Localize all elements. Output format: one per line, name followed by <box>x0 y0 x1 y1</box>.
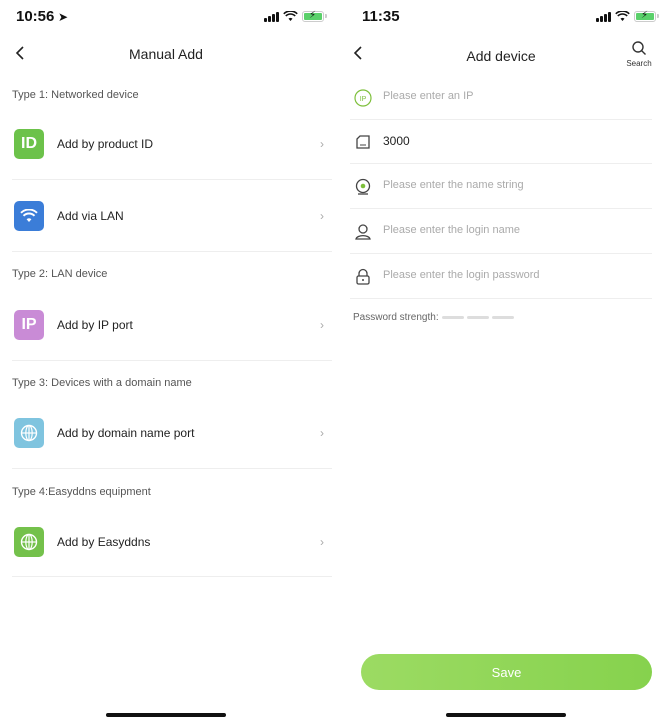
battery-icon: ⚡ <box>634 10 659 22</box>
status-bar: 10:56 ➤ ⚡ <box>0 8 332 30</box>
status-time: 11:35 <box>362 8 400 25</box>
search-label: Search <box>626 59 652 68</box>
login-password-input[interactable]: Please enter the login password <box>383 269 540 281</box>
item-label: Add by IP port <box>57 318 133 332</box>
save-button[interactable]: Save <box>361 654 652 690</box>
signal-icon <box>264 11 279 22</box>
page-title: Add device <box>466 48 536 64</box>
manual-add-screen: 10:56 ➤ ⚡ Manual Add Type 1: Networked d… <box>0 0 332 725</box>
ip-input[interactable]: Please enter an IP <box>383 90 474 102</box>
status-bar: 11:35 ⚡ <box>338 8 664 30</box>
add-by-easyddns-item[interactable]: Add by Easyddns › <box>0 512 332 572</box>
item-label: Add by Easyddns <box>57 535 151 549</box>
item-label: Add by domain name port <box>57 426 195 440</box>
page-title: Manual Add <box>129 46 203 62</box>
section-label-type1: Type 1: Networked device <box>12 89 139 101</box>
home-indicator[interactable] <box>446 713 566 717</box>
lock-icon <box>356 268 370 285</box>
divider <box>12 468 332 469</box>
add-by-domain-name-port-item[interactable]: Add by domain name port › <box>0 403 332 463</box>
port-icon <box>356 135 370 149</box>
strength-bar-segment <box>491 316 514 319</box>
location-arrow-icon: ➤ <box>58 10 69 24</box>
add-by-ip-port-item[interactable]: IP Add by IP port › <box>0 295 332 355</box>
chevron-right-icon: › <box>320 535 324 549</box>
navbar: Add device Search <box>338 40 664 70</box>
divider <box>12 576 332 577</box>
battery-icon: ⚡ <box>302 10 327 22</box>
ip-circle-icon: IP <box>354 89 372 107</box>
item-label: Add by product ID <box>57 137 154 151</box>
divider <box>12 360 332 361</box>
add-device-screen: 11:35 ⚡ Add device Search IP Please ente… <box>338 0 664 725</box>
globe-icon <box>14 527 44 557</box>
ip-icon: IP <box>14 310 44 340</box>
chevron-right-icon: › <box>320 318 324 332</box>
strength-bar-segment <box>441 316 464 319</box>
divider <box>12 179 332 180</box>
chevron-right-icon: › <box>320 137 324 151</box>
item-label: Add via LAN <box>57 209 124 223</box>
strength-bar-segment <box>466 316 489 319</box>
name-string-field[interactable]: Please enter the name string <box>338 165 664 209</box>
login-name-field[interactable]: Please enter the login name <box>338 210 664 254</box>
chevron-right-icon: › <box>320 209 324 223</box>
name-string-input[interactable]: Please enter the name string <box>383 179 524 191</box>
wifi-status-icon <box>283 11 298 21</box>
ip-field[interactable]: IP Please enter an IP <box>338 76 664 120</box>
add-by-product-id-item[interactable]: ID Add by product ID › <box>0 114 332 174</box>
home-indicator[interactable] <box>106 713 226 717</box>
login-name-input[interactable]: Please enter the login name <box>383 224 520 236</box>
add-via-lan-item[interactable]: Add via LAN › <box>0 186 332 246</box>
password-strength: Password strength: <box>353 312 514 323</box>
navbar: Manual Add <box>0 40 332 70</box>
camera-icon <box>355 178 371 195</box>
wifi-status-icon <box>615 11 630 21</box>
svg-text:IP: IP <box>360 96 367 103</box>
search-icon <box>632 41 646 55</box>
id-icon: ID <box>14 129 44 159</box>
port-field[interactable]: 3000 <box>338 120 664 164</box>
chevron-right-icon: › <box>320 426 324 440</box>
search-button[interactable]: Search <box>622 40 656 68</box>
section-label-type4: Type 4:Easyddns equipment <box>12 486 151 498</box>
status-icons: ⚡ <box>596 10 659 22</box>
status-icons: ⚡ <box>264 10 327 22</box>
user-icon <box>355 224 371 240</box>
section-label-type3: Type 3: Devices with a domain name <box>12 377 192 389</box>
wifi-icon <box>14 201 44 231</box>
signal-icon <box>596 11 611 22</box>
port-input[interactable]: 3000 <box>383 134 410 148</box>
login-password-field[interactable]: Please enter the login password <box>338 255 664 299</box>
globe-icon <box>14 418 44 448</box>
password-strength-label: Password strength: <box>353 312 439 323</box>
divider <box>12 251 332 252</box>
status-time: 10:56 <box>16 8 55 25</box>
section-label-type2: Type 2: LAN device <box>12 268 108 280</box>
